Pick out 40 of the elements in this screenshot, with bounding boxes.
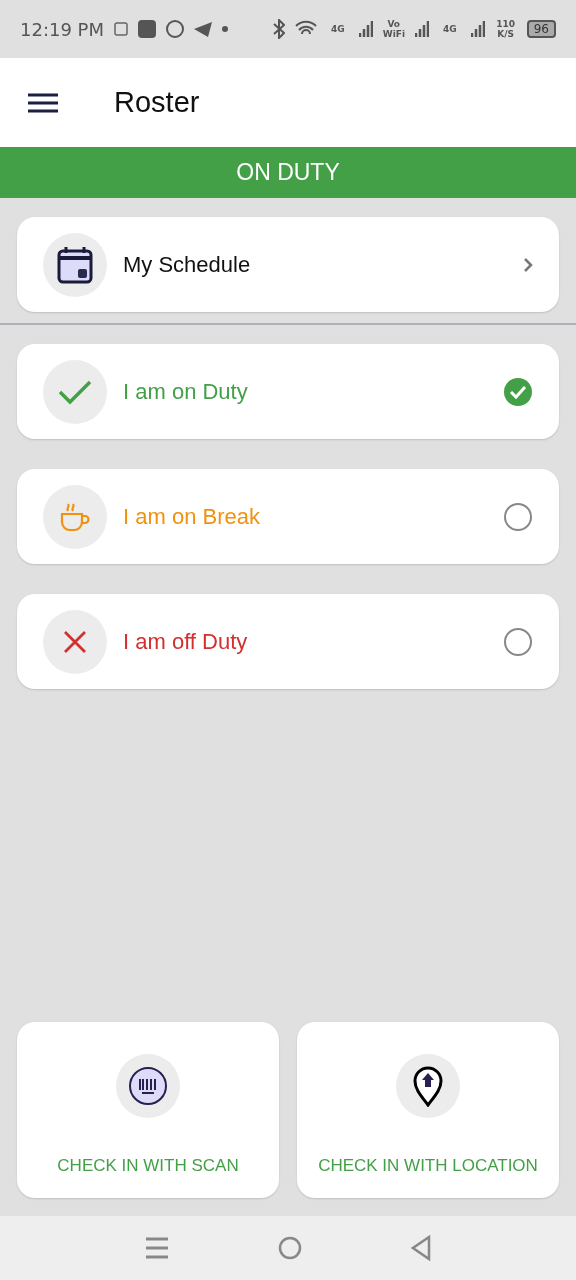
location-pin-icon — [412, 1065, 444, 1107]
app-square-icon — [138, 20, 156, 38]
network-speed: 110 K/S — [495, 19, 517, 39]
option-label: I am on Duty — [123, 378, 249, 405]
schedule-label: My Schedule — [123, 251, 252, 278]
screenshot-icon — [114, 22, 128, 36]
radio-button[interactable] — [503, 501, 533, 532]
status-option[interactable]: I am on Duty — [17, 344, 559, 439]
status-banner: ON DUTY — [0, 147, 576, 198]
dot-icon — [222, 26, 228, 32]
calendar-icon — [57, 245, 93, 284]
network-label: 4G — [441, 24, 458, 34]
network-label: 4G — [329, 24, 346, 34]
signal-icon — [358, 20, 373, 38]
cup-icon — [59, 501, 91, 532]
chevron-icon — [523, 256, 533, 273]
status-option[interactable]: I am on Break — [17, 469, 559, 564]
check-in-button[interactable]: CHECK IN WITH SCAN — [17, 1022, 279, 1198]
battery-level: 96 — [526, 20, 556, 38]
radio-checked-icon[interactable] — [503, 376, 533, 407]
recent-apps-icon[interactable] — [144, 1237, 169, 1259]
status-option[interactable]: I am off Duty — [17, 594, 559, 689]
check-in-button[interactable]: CHECK IN WITH LOCATION — [297, 1022, 559, 1198]
home-icon[interactable] — [278, 1236, 302, 1260]
bluetooth-icon — [272, 19, 285, 39]
signal-icon — [470, 20, 485, 38]
app-title: Roster — [114, 86, 200, 119]
barcode-icon — [128, 1066, 168, 1106]
signal-icon — [414, 20, 429, 38]
status-time: 12:19 PM — [20, 18, 104, 40]
paper-plane-icon — [194, 21, 212, 37]
option-label: I am on Break — [123, 503, 261, 530]
option-label: I am off Duty — [123, 628, 249, 655]
schedule-item[interactable]: My Schedule — [17, 217, 559, 312]
checkmark-icon — [58, 378, 92, 405]
menu-icon[interactable] — [28, 92, 58, 113]
network-label: Vo WiFi — [382, 19, 405, 39]
back-icon[interactable] — [411, 1235, 432, 1261]
close-icon — [63, 629, 87, 654]
radio-button[interactable] — [503, 626, 533, 657]
